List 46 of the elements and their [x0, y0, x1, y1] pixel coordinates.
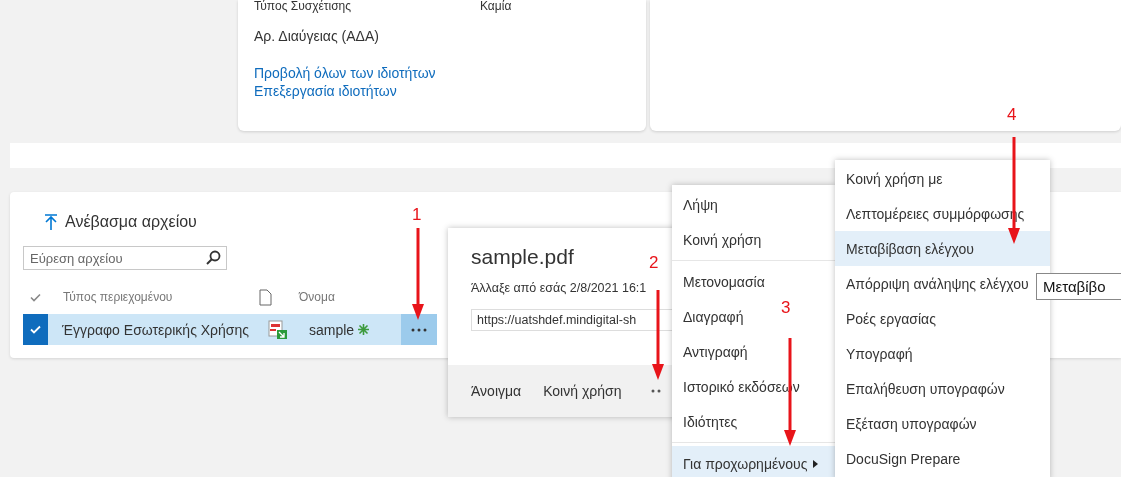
annotation-number: 4 — [1007, 106, 1017, 124]
file-name-link[interactable]: sample — [309, 321, 355, 338]
menu-item[interactable]: Εξέταση υπογραφών — [835, 406, 1050, 441]
properties-link[interactable]: Επεξεργασία ιδιοτήτων — [254, 82, 397, 100]
menu-item[interactable]: Λήψη — [683, 196, 718, 213]
table-cell-text: Έγγραφο Εσωτερικής Χρήσης — [62, 321, 251, 338]
upload-button[interactable]: Ανέβασμα αρχείου — [45, 213, 197, 231]
check-icon — [30, 325, 41, 334]
property-label: Αρ. Διαύγειας (ΑΔΑ) — [254, 29, 380, 43]
annotation-number: 3 — [781, 299, 791, 317]
callout-action[interactable]: Κοινή χρήση — [543, 383, 622, 399]
menu-item[interactable]: Μετονομασία — [683, 273, 765, 290]
annotation-number: 2 — [649, 254, 659, 272]
menu-item[interactable]: Υπογραφή — [835, 336, 1050, 371]
more-button[interactable] — [401, 314, 437, 345]
property-value: Καμία — [480, 0, 512, 12]
column-header[interactable]: Όνομα — [299, 290, 335, 304]
new-item-icon — [358, 324, 370, 335]
document-icon — [259, 288, 272, 306]
callout-title: sample.pdf — [471, 245, 574, 269]
search-field[interactable]: Εύρεση αρχείου — [23, 246, 227, 270]
annotation-number: 1 — [412, 206, 422, 224]
menu-item[interactable]: Ιδιότητες — [683, 413, 738, 430]
modified-text: Άλλαξε από εσάς 2/8/2021 16:1 — [471, 281, 648, 295]
callout-action[interactable]: Άνοιγμα — [471, 383, 522, 399]
tooltip: Μεταβίβο — [1036, 273, 1121, 300]
more-icon — [411, 327, 427, 332]
column-header[interactable]: Τύπος περιεχομένου — [63, 290, 259, 304]
menu-item[interactable]: Κοινή χρήση — [683, 231, 762, 248]
menu-item[interactable]: Επαλήθευση υπογραφών — [835, 371, 1050, 406]
menu-item[interactable]: Αντιγραφή — [683, 343, 748, 360]
menu-item[interactable]: Ροές εργασίας — [835, 301, 1050, 336]
upload-icon — [45, 214, 57, 230]
file-row[interactable]: Έγγραφο Εσωτερικής Χρήσης sample — [23, 314, 437, 345]
menu-item[interactable]: Διαγραφή — [683, 308, 744, 325]
search-icon — [206, 250, 221, 265]
menu-item[interactable]: Για προχωρημένους — [683, 455, 808, 472]
menu-item[interactable]: Κοινή χρήση με — [835, 161, 1050, 196]
menu-item[interactable]: DocuSign Prepare — [835, 441, 1050, 476]
property-label: Τύπος Συσχέτισης — [254, 0, 353, 12]
properties-link[interactable]: Προβολή όλων των ιδιοτήτων — [254, 64, 436, 82]
pdf-file-icon — [268, 319, 288, 340]
check-icon — [30, 292, 41, 302]
caret-icon — [813, 459, 819, 468]
row-checkbox[interactable] — [23, 314, 48, 345]
menu-item[interactable]: Μεταβίβαση ελέγχου — [835, 231, 1050, 266]
